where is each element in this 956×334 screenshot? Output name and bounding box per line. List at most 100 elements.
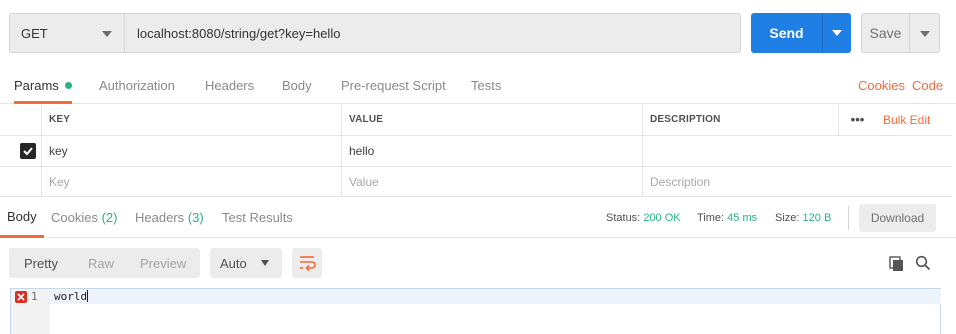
checkmark-icon	[23, 147, 33, 156]
code-text: world	[54, 290, 88, 303]
save-dropdown-button[interactable]	[910, 13, 940, 53]
tab-label: Cookies	[51, 210, 98, 225]
key-placeholder: Key	[49, 174, 70, 189]
active-line-highlight	[50, 289, 941, 304]
params-header-row: KEY VALUE DESCRIPTION ••• Bulk Edit	[0, 104, 952, 136]
format-label: Raw	[88, 255, 115, 271]
url-value: localhost:8080/string/get?key=hello	[137, 25, 341, 41]
copy-icon[interactable]	[889, 256, 905, 275]
description-placeholder: Description	[650, 174, 711, 189]
param-key: key	[49, 144, 68, 158]
tab-label: Pre-request Script	[341, 77, 446, 93]
param-description-cell[interactable]	[642, 136, 952, 166]
bulk-edit-label: Bulk Edit	[883, 112, 931, 127]
tab-pre-request-script[interactable]: Pre-request Script	[341, 66, 446, 104]
time-readout: Time: 45 ms	[697, 197, 757, 238]
code-line: world	[54, 290, 89, 303]
tab-label: Authorization	[99, 77, 175, 93]
cookies-count: (2)	[101, 210, 118, 225]
search-icon[interactable]	[915, 255, 931, 274]
format-pretty-button[interactable]: Pretty	[24, 248, 58, 278]
tab-label: Headers	[205, 77, 255, 93]
tab-tests[interactable]: Tests	[471, 66, 501, 104]
send-button[interactable]: Send	[751, 13, 822, 53]
format-raw-button[interactable]: Raw	[88, 248, 114, 278]
send-dropdown-button[interactable]	[822, 13, 851, 53]
cookies-link-label: Cookies	[858, 77, 905, 93]
size-label: Size:	[775, 211, 800, 224]
chevron-down-icon	[832, 30, 842, 36]
tab-response-body[interactable]: Body	[0, 197, 44, 238]
wrap-lines-icon	[300, 256, 316, 272]
save-label: Save	[869, 25, 902, 41]
tab-label: Test Results	[222, 210, 293, 225]
divider	[848, 206, 849, 230]
tab-body[interactable]: Body	[282, 66, 312, 104]
chevron-down-icon	[261, 260, 269, 266]
time-value[interactable]: 45 ms	[727, 212, 757, 224]
new-key-input[interactable]: Key	[41, 167, 341, 196]
language-mode-select[interactable]: Auto	[210, 248, 282, 278]
request-tabs: Params Authorization Headers Body Pre-re…	[0, 66, 956, 104]
chevron-down-icon	[102, 31, 112, 37]
row-checkbox[interactable]	[20, 143, 36, 159]
description-header-label: DESCRIPTION	[650, 114, 721, 125]
download-label: Download	[870, 211, 925, 225]
bulk-edit-link[interactable]: Bulk Edit	[876, 104, 952, 135]
table-row: key hello	[0, 136, 952, 167]
status-value[interactable]: 200 OK	[643, 212, 680, 224]
editor-gutter: 1	[11, 289, 50, 334]
tab-label: Params	[14, 77, 59, 93]
more-options-button[interactable]: •••	[838, 104, 876, 135]
tab-response-headers[interactable]: Headers (3)	[135, 197, 204, 238]
download-button[interactable]: Download	[859, 204, 936, 232]
row-checkbox-cell	[0, 136, 41, 166]
param-key-cell[interactable]: key	[41, 136, 341, 166]
value-placeholder: Value	[349, 174, 379, 189]
table-row-new: Key Value Description	[0, 167, 952, 197]
tab-label: Body	[282, 77, 312, 93]
tab-params[interactable]: Params	[14, 66, 72, 104]
mode-label: Auto	[220, 255, 247, 271]
chevron-down-icon	[920, 31, 930, 37]
url-input[interactable]: localhost:8080/string/get?key=hello	[125, 13, 741, 53]
tab-authorization[interactable]: Authorization	[99, 66, 175, 104]
save-button[interactable]: Save	[861, 13, 910, 53]
tab-headers[interactable]: Headers	[205, 66, 254, 104]
size-value[interactable]: 120 B	[803, 212, 832, 224]
format-label: Preview	[140, 255, 187, 271]
tab-response-cookies[interactable]: Cookies (2)	[51, 197, 117, 238]
code-link[interactable]: Code	[912, 66, 943, 104]
request-bar: GET localhost:8080/string/get?key=hello …	[0, 0, 956, 66]
value-header-label: VALUE	[349, 114, 384, 125]
response-body-editor[interactable]: 1 world	[10, 288, 941, 334]
status-label: Status:	[606, 211, 641, 224]
time-label: Time:	[697, 211, 725, 224]
tab-label: Tests	[471, 77, 502, 93]
code-link-label: Code	[912, 77, 944, 93]
line-number: 1	[31, 290, 38, 303]
tab-test-results[interactable]: Test Results	[222, 197, 293, 238]
new-value-input[interactable]: Value	[341, 167, 642, 196]
active-params-indicator-icon	[64, 81, 72, 89]
row-checkbox-cell	[0, 167, 41, 196]
method-select[interactable]: GET	[9, 13, 125, 53]
param-value-cell[interactable]: hello	[341, 136, 642, 166]
wrap-lines-button[interactable]	[292, 248, 322, 278]
checkbox-column-header	[0, 104, 41, 135]
cookies-link[interactable]: Cookies	[858, 66, 905, 104]
format-toggle-group: Pretty Raw Preview	[9, 248, 200, 278]
text-cursor	[87, 290, 89, 302]
value-column-header: VALUE	[341, 104, 642, 135]
tab-label: Headers	[135, 210, 185, 225]
response-tabs: Body Cookies (2) Headers (3) Test Result…	[0, 197, 956, 238]
error-icon[interactable]	[15, 291, 27, 303]
method-label: GET	[21, 25, 48, 41]
format-preview-button[interactable]: Preview	[140, 248, 186, 278]
key-column-header: KEY	[41, 104, 341, 135]
key-header-label: KEY	[49, 114, 71, 125]
tab-label: Body	[7, 208, 37, 224]
more-icon: •••	[850, 112, 865, 127]
send-label: Send	[769, 25, 804, 41]
new-description-input[interactable]: Description	[642, 167, 952, 196]
